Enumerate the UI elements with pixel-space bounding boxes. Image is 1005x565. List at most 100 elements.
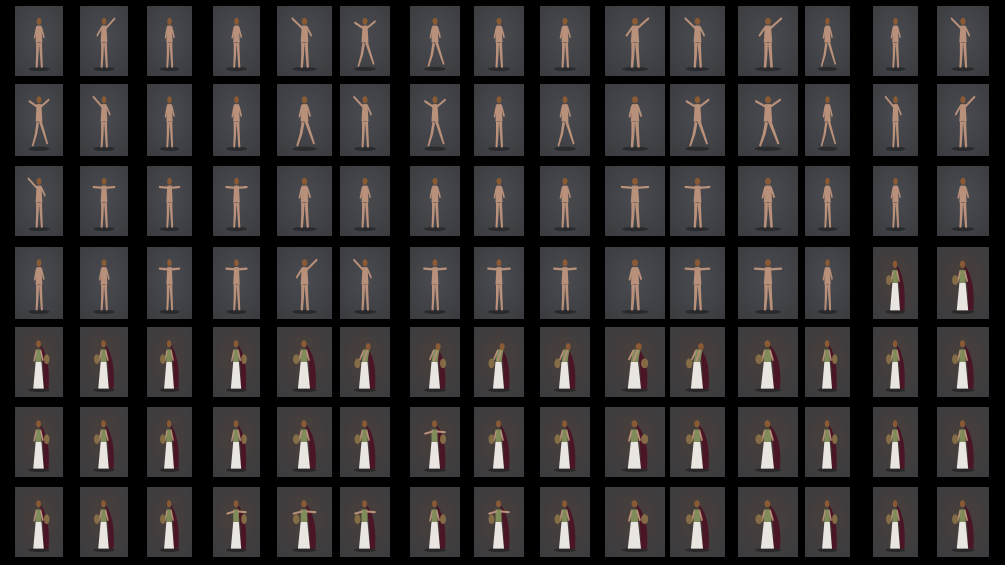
photo-thumbnail[interactable]	[213, 84, 260, 156]
photo-thumbnail[interactable]	[738, 247, 798, 319]
photo-thumbnail[interactable]	[340, 166, 390, 236]
photo-thumbnail[interactable]	[540, 247, 590, 319]
photo-thumbnail[interactable]	[805, 84, 850, 156]
photo-thumbnail[interactable]	[410, 247, 460, 319]
photo-thumbnail[interactable]	[540, 327, 590, 397]
photo-thumbnail[interactable]	[340, 327, 390, 397]
photo-thumbnail[interactable]	[670, 84, 725, 156]
photo-thumbnail[interactable]	[15, 84, 63, 156]
photo-thumbnail[interactable]	[340, 487, 390, 557]
photo-thumbnail[interactable]	[15, 166, 63, 236]
photo-thumbnail[interactable]	[805, 166, 850, 236]
photo-thumbnail[interactable]	[605, 247, 665, 319]
photo-thumbnail[interactable]	[873, 407, 918, 477]
photo-thumbnail[interactable]	[605, 407, 665, 477]
photo-thumbnail[interactable]	[410, 327, 460, 397]
photo-thumbnail[interactable]	[340, 407, 390, 477]
photo-thumbnail[interactable]	[540, 84, 590, 156]
photo-thumbnail[interactable]	[147, 6, 192, 76]
photo-thumbnail[interactable]	[474, 6, 524, 76]
photo-thumbnail[interactable]	[670, 327, 725, 397]
photo-thumbnail[interactable]	[80, 6, 128, 76]
photo-thumbnail[interactable]	[937, 247, 989, 319]
photo-thumbnail[interactable]	[410, 6, 460, 76]
photo-thumbnail[interactable]	[670, 247, 725, 319]
photo-thumbnail[interactable]	[80, 487, 128, 557]
photo-thumbnail[interactable]	[277, 166, 332, 236]
photo-thumbnail[interactable]	[605, 6, 665, 76]
photo-thumbnail[interactable]	[213, 6, 260, 76]
photo-thumbnail[interactable]	[805, 247, 850, 319]
photo-thumbnail[interactable]	[474, 84, 524, 156]
photo-thumbnail[interactable]	[277, 487, 332, 557]
photo-thumbnail[interactable]	[873, 84, 918, 156]
photo-thumbnail[interactable]	[80, 166, 128, 236]
photo-thumbnail[interactable]	[605, 84, 665, 156]
photo-thumbnail[interactable]	[937, 84, 989, 156]
photo-thumbnail[interactable]	[937, 327, 989, 397]
photo-thumbnail[interactable]	[15, 487, 63, 557]
photo-thumbnail[interactable]	[213, 407, 260, 477]
photo-thumbnail[interactable]	[80, 84, 128, 156]
photo-thumbnail[interactable]	[474, 327, 524, 397]
photo-thumbnail[interactable]	[474, 407, 524, 477]
photo-thumbnail[interactable]	[213, 327, 260, 397]
photo-thumbnail[interactable]	[670, 407, 725, 477]
photo-thumbnail[interactable]	[540, 166, 590, 236]
photo-thumbnail[interactable]	[670, 487, 725, 557]
photo-thumbnail[interactable]	[410, 84, 460, 156]
photo-thumbnail[interactable]	[937, 407, 989, 477]
photo-thumbnail[interactable]	[147, 84, 192, 156]
photo-thumbnail[interactable]	[340, 6, 390, 76]
photo-thumbnail[interactable]	[277, 327, 332, 397]
photo-thumbnail[interactable]	[410, 166, 460, 236]
photo-thumbnail[interactable]	[15, 407, 63, 477]
photo-thumbnail[interactable]	[805, 407, 850, 477]
photo-thumbnail[interactable]	[937, 166, 989, 236]
photo-thumbnail[interactable]	[670, 166, 725, 236]
photo-thumbnail[interactable]	[147, 247, 192, 319]
photo-thumbnail[interactable]	[805, 6, 850, 76]
photo-thumbnail[interactable]	[605, 487, 665, 557]
photo-thumbnail[interactable]	[474, 166, 524, 236]
photo-thumbnail[interactable]	[474, 487, 524, 557]
photo-thumbnail[interactable]	[277, 84, 332, 156]
photo-thumbnail[interactable]	[605, 166, 665, 236]
photo-thumbnail[interactable]	[15, 247, 63, 319]
photo-thumbnail[interactable]	[873, 327, 918, 397]
photo-thumbnail[interactable]	[670, 6, 725, 76]
photo-thumbnail[interactable]	[213, 487, 260, 557]
photo-thumbnail[interactable]	[738, 327, 798, 397]
photo-thumbnail[interactable]	[15, 327, 63, 397]
photo-thumbnail[interactable]	[410, 487, 460, 557]
photo-thumbnail[interactable]	[738, 487, 798, 557]
photo-thumbnail[interactable]	[410, 407, 460, 477]
photo-thumbnail[interactable]	[540, 407, 590, 477]
photo-thumbnail[interactable]	[540, 6, 590, 76]
photo-thumbnail[interactable]	[213, 166, 260, 236]
photo-thumbnail[interactable]	[738, 166, 798, 236]
photo-thumbnail[interactable]	[738, 84, 798, 156]
photo-thumbnail[interactable]	[213, 247, 260, 319]
photo-thumbnail[interactable]	[937, 6, 989, 76]
photo-thumbnail[interactable]	[873, 166, 918, 236]
photo-thumbnail[interactable]	[80, 247, 128, 319]
photo-thumbnail[interactable]	[80, 407, 128, 477]
photo-thumbnail[interactable]	[474, 247, 524, 319]
photo-thumbnail[interactable]	[277, 6, 332, 76]
photo-thumbnail[interactable]	[605, 327, 665, 397]
photo-thumbnail[interactable]	[15, 6, 63, 76]
photo-thumbnail[interactable]	[937, 487, 989, 557]
photo-thumbnail[interactable]	[738, 407, 798, 477]
photo-thumbnail[interactable]	[80, 327, 128, 397]
photo-thumbnail[interactable]	[147, 327, 192, 397]
photo-thumbnail[interactable]	[738, 6, 798, 76]
photo-thumbnail[interactable]	[805, 487, 850, 557]
photo-thumbnail[interactable]	[277, 407, 332, 477]
photo-thumbnail[interactable]	[277, 247, 332, 319]
photo-thumbnail[interactable]	[873, 6, 918, 76]
photo-thumbnail[interactable]	[147, 166, 192, 236]
photo-thumbnail[interactable]	[873, 487, 918, 557]
photo-thumbnail[interactable]	[147, 487, 192, 557]
photo-thumbnail[interactable]	[540, 487, 590, 557]
